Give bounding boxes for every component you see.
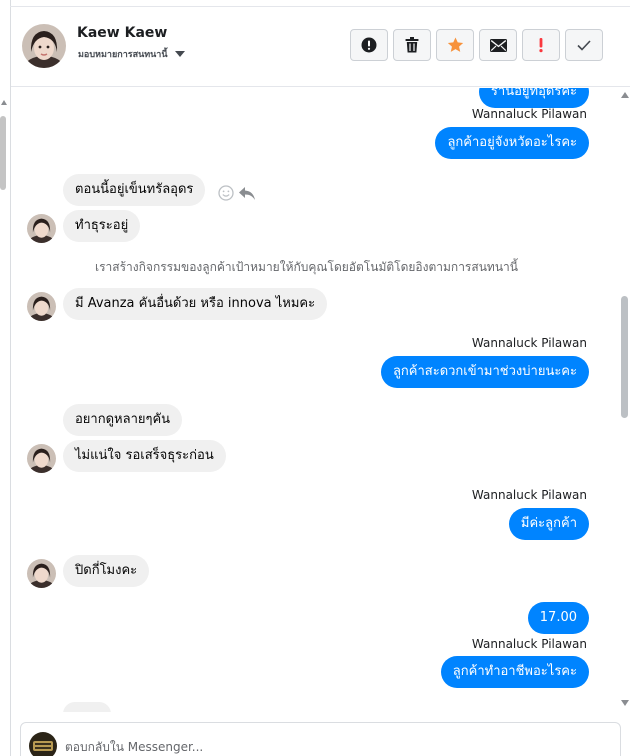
assign-conversation-dropdown[interactable]: มอบหมายการสนทนานี้ — [78, 47, 185, 61]
message-thread: ร้านอยู่ที่อุดรค่ะ Wannaluck Pilawan ลูก… — [11, 88, 618, 712]
checkmark-icon — [577, 39, 591, 51]
message-bubble-incoming[interactable]: ทำธุระอยู่ — [63, 210, 141, 242]
sender-name: Wannaluck Pilawan — [471, 336, 587, 350]
spam-button[interactable] — [350, 29, 388, 61]
follow-up-button[interactable] — [522, 29, 560, 61]
left-panel-scrollbar[interactable] — [0, 100, 9, 240]
message-bubble-incoming[interactable]: ปิดกี่โมงคะ — [63, 555, 150, 587]
page-avatar — [29, 732, 57, 756]
sender-name: Wannaluck Pilawan — [471, 488, 587, 502]
assign-label: มอบหมายการสนทนานี้ — [78, 50, 168, 60]
exclamation-circle-icon — [361, 37, 377, 53]
message-bubble-incoming-partial[interactable] — [63, 702, 111, 712]
thread-scrollbar[interactable] — [619, 88, 630, 718]
contact-avatar-small[interactable] — [27, 214, 56, 243]
reply-input[interactable] — [65, 740, 605, 754]
chevron-down-icon — [174, 51, 185, 57]
scrollbar-thumb[interactable] — [0, 116, 6, 190]
message-bubble-outgoing[interactable]: ร้านอยู่ที่อุดรค่ะ — [478, 88, 589, 108]
envelope-icon — [489, 38, 507, 52]
reply-icon[interactable] — [238, 186, 256, 201]
scroll-up-arrow-icon[interactable] — [621, 92, 629, 98]
conversation-actions — [350, 29, 603, 61]
sender-name: Wannaluck Pilawan — [471, 107, 587, 121]
scroll-up-arrow-icon[interactable] — [1, 100, 7, 105]
sender-name: Wannaluck Pilawan — [471, 637, 587, 651]
message-bubble-incoming[interactable]: ไม่แน่ใจ รอเสร็จธุระก่อน — [63, 440, 226, 472]
message-bubble-outgoing[interactable]: ลูกค้าสะดวกเข้ามาช่วงบ่ายนะคะ — [380, 356, 589, 388]
contact-avatar-small[interactable] — [27, 559, 56, 588]
message-bubble-incoming[interactable]: ตอนนี้อยู่เข็นทรัลอุดร — [63, 174, 206, 206]
mark-done-button[interactable] — [565, 29, 603, 61]
message-bubble-outgoing[interactable]: 17.00 — [527, 602, 589, 634]
smiley-reaction-icon[interactable] — [218, 185, 234, 201]
message-bubble-incoming[interactable]: อยากดูหลายๆคัน — [63, 404, 183, 436]
system-notice: เราสร้างกิจกรรมของลูกค้าเป้าหมายให้กับคุ… — [95, 260, 518, 274]
contact-avatar-small[interactable] — [27, 444, 56, 473]
trash-icon — [405, 37, 419, 53]
message-bubble-outgoing[interactable]: มีค่ะลูกค้า — [508, 508, 589, 540]
star-button[interactable] — [436, 29, 474, 61]
mark-unread-button[interactable] — [479, 29, 517, 61]
contact-avatar-small[interactable] — [27, 292, 56, 321]
scrollbar-thumb[interactable] — [621, 296, 628, 418]
conversation-header: Kaew Kaew มอบหมายการสนทนานี้ — [11, 7, 630, 87]
scroll-down-arrow-icon[interactable] — [621, 700, 629, 706]
message-bubble-incoming[interactable]: มี Avanza คันอื่นด้วย หรือ innova ไหมคะ — [63, 288, 328, 320]
delete-button[interactable] — [393, 29, 431, 61]
reply-composer — [20, 722, 621, 756]
message-hover-tools — [218, 185, 256, 201]
star-icon — [447, 37, 463, 52]
message-bubble-outgoing[interactable]: ลูกค้าอยู่จังหวัดอะไรคะ — [435, 127, 589, 159]
red-exclamation-icon — [539, 38, 543, 53]
message-bubble-outgoing[interactable]: ลูกค้าทำอาชีพอะไรคะ — [440, 656, 589, 688]
contact-name[interactable]: Kaew Kaew — [77, 25, 167, 41]
contact-avatar[interactable] — [22, 24, 66, 68]
